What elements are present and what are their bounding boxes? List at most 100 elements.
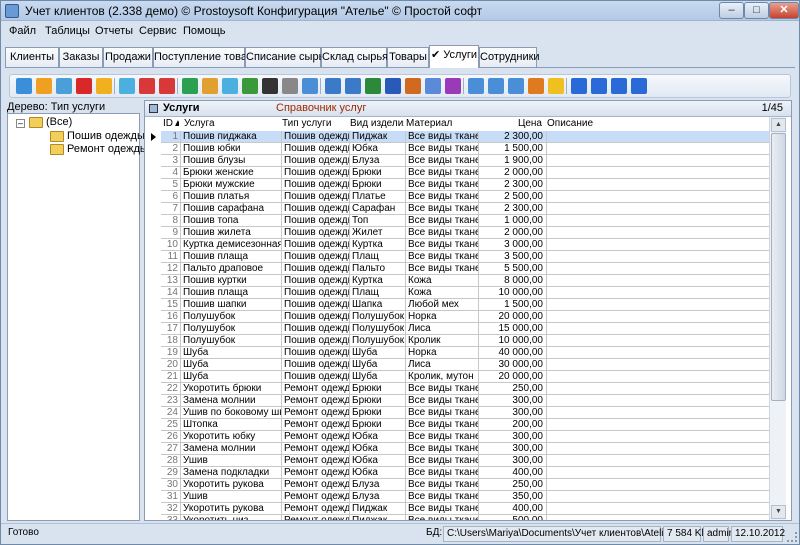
cell-description[interactable]: [547, 431, 771, 443]
cell-price[interactable]: 40 000,00: [479, 347, 547, 359]
next-record-icon[interactable]: [611, 78, 627, 94]
filter-settings-icon[interactable]: [139, 78, 155, 94]
table-row[interactable]: 32Укоротить руковаРемонт одеждыПиджакВсе…: [145, 503, 771, 515]
cell-service[interactable]: Пошив жилета: [181, 227, 282, 239]
cell-service[interactable]: Замена молнии: [181, 395, 282, 407]
cell-type[interactable]: Ремонт одежды: [282, 503, 350, 515]
cell-id[interactable]: 8: [161, 215, 181, 227]
resize-grip-icon[interactable]: [787, 532, 797, 542]
print-icon[interactable]: [282, 78, 298, 94]
menu-tables[interactable]: Таблицы: [45, 25, 90, 37]
cell-type[interactable]: Пошив одежды: [282, 335, 350, 347]
cell-description[interactable]: [547, 299, 771, 311]
cell-description[interactable]: [547, 143, 771, 155]
cell-id[interactable]: 20: [161, 359, 181, 371]
cell-type[interactable]: Пошив одежды: [282, 215, 350, 227]
cell-type[interactable]: Пошив одежды: [282, 167, 350, 179]
cell-item[interactable]: Сарафан: [350, 203, 406, 215]
cell-price[interactable]: 400,00: [479, 467, 547, 479]
cell-type[interactable]: Ремонт одежды: [282, 479, 350, 491]
cell-material[interactable]: Любой мех: [406, 299, 479, 311]
cell-type[interactable]: Ремонт одежды: [282, 395, 350, 407]
cell-item[interactable]: Юбка: [350, 143, 406, 155]
tab-raw-stock[interactable]: Склад сырья: [321, 47, 388, 67]
cell-description[interactable]: [547, 215, 771, 227]
cell-id[interactable]: 24: [161, 407, 181, 419]
minimize-button[interactable]: –: [719, 2, 744, 19]
cell-id[interactable]: 27: [161, 443, 181, 455]
cell-price[interactable]: 300,00: [479, 455, 547, 467]
cell-material[interactable]: Кролик: [406, 335, 479, 347]
cell-id[interactable]: 29: [161, 467, 181, 479]
cell-price[interactable]: 8 000,00: [479, 275, 547, 287]
cell-id[interactable]: 11: [161, 251, 181, 263]
cell-item[interactable]: Платье: [350, 191, 406, 203]
tab-goods-receipt[interactable]: Поступление товаров: [153, 47, 265, 67]
preview-icon[interactable]: [302, 78, 318, 94]
cell-id[interactable]: 26: [161, 431, 181, 443]
cell-item[interactable]: Куртка: [350, 275, 406, 287]
cell-price[interactable]: 350,00: [479, 491, 547, 503]
cell-item[interactable]: Шуба: [350, 371, 406, 383]
cell-description[interactable]: [547, 311, 771, 323]
cell-item[interactable]: Пальто: [350, 263, 406, 275]
table-row[interactable]: 11 Пошив плаща Пошив одежды Плащ Все виды тк…: [145, 251, 771, 263]
cell-type[interactable]: Пошив одежды: [282, 347, 350, 359]
tree-node-tailoring[interactable]: Пошив одежды: [67, 130, 145, 144]
cell-id[interactable]: 15: [161, 299, 181, 311]
cell-material[interactable]: Все виды тканей: [406, 407, 479, 419]
cell-item[interactable]: Юбка: [350, 443, 406, 455]
cell-price[interactable]: 15 000,00: [479, 323, 547, 335]
cell-material[interactable]: Кожа: [406, 275, 479, 287]
cell-service[interactable]: Пошив шапки: [181, 299, 282, 311]
cell-description[interactable]: [547, 287, 771, 299]
cell-price[interactable]: 10 000,00: [479, 287, 547, 299]
tree-node-repair[interactable]: Ремонт одежды: [67, 143, 148, 157]
cell-id[interactable]: 22: [161, 383, 181, 395]
cell-item[interactable]: Шапка: [350, 299, 406, 311]
cell-id[interactable]: 23: [161, 395, 181, 407]
cell-item[interactable]: Топ: [350, 215, 406, 227]
cell-type[interactable]: Пошив одежды: [282, 263, 350, 275]
title-bar[interactable]: Учет клиентов (2.338 демо) © Prostoysoft…: [1, 1, 799, 21]
cell-description[interactable]: [547, 443, 771, 455]
cell-material[interactable]: Все виды тканей: [406, 491, 479, 503]
sort-icon[interactable]: [159, 78, 175, 94]
cell-description[interactable]: [547, 275, 771, 287]
cell-price[interactable]: 300,00: [479, 407, 547, 419]
cell-material[interactable]: Все виды тканей: [406, 431, 479, 443]
cell-service[interactable]: Пошив юбки: [181, 143, 282, 155]
table-row[interactable]: 30Укоротить руковаРемонт одеждыБлузаВсе …: [145, 479, 771, 491]
tab-sales[interactable]: Продажи: [103, 47, 153, 67]
cell-service[interactable]: Укоротить брюки: [181, 383, 282, 395]
table-row[interactable]: 31УшивРемонт одеждыБлузаВсе виды тканей3…: [145, 491, 771, 503]
scroll-up-icon[interactable]: ▲: [771, 118, 786, 132]
cell-service[interactable]: Брюки мужские: [181, 179, 282, 191]
cell-price[interactable]: 250,00: [479, 479, 547, 491]
cell-item[interactable]: Юбка: [350, 431, 406, 443]
cell-description[interactable]: [547, 479, 771, 491]
table-row[interactable]: 24Ушив по боковому швуРемонт одеждыБрюки…: [145, 407, 771, 419]
cell-price[interactable]: 2 500,00: [479, 191, 547, 203]
table-row[interactable]: 1 Пошив пиджака Пошив одежды Пиджак Все виды…: [145, 131, 771, 143]
cell-material[interactable]: Все виды тканей: [406, 251, 479, 263]
cell-id[interactable]: 13: [161, 275, 181, 287]
cell-type[interactable]: Ремонт одежды: [282, 515, 350, 520]
column-header-description[interactable]: Описание: [547, 118, 617, 130]
cell-material[interactable]: Кожа: [406, 287, 479, 299]
tab-employees[interactable]: Сотрудники: [479, 47, 540, 67]
table-row[interactable]: 27Замена молнииРемонт одеждыЮбкаВсе виды…: [145, 443, 771, 455]
cell-type[interactable]: Ремонт одежды: [282, 419, 350, 431]
cell-price[interactable]: 250,00: [479, 383, 547, 395]
cell-material[interactable]: Все виды тканей: [406, 203, 479, 215]
column-header-price[interactable]: Цена: [479, 118, 545, 130]
table-row[interactable]: 25ШтопкаРемонт одеждыБрюкиВсе виды ткане…: [145, 419, 771, 431]
cell-material[interactable]: Норка: [406, 347, 479, 359]
table-row[interactable]: 23Замена молнииРемонт одеждыБрюкиВсе вид…: [145, 395, 771, 407]
cell-material[interactable]: Все виды тканей: [406, 383, 479, 395]
cell-price[interactable]: 1 500,00: [479, 143, 547, 155]
cell-id[interactable]: 5: [161, 179, 181, 191]
word-icon[interactable]: [385, 78, 401, 94]
table-row[interactable]: 13 Пошив куртки Пошив одежды Куртка Кожа 8 00…: [145, 275, 771, 287]
cell-service[interactable]: Пошив пиджака: [181, 131, 282, 143]
